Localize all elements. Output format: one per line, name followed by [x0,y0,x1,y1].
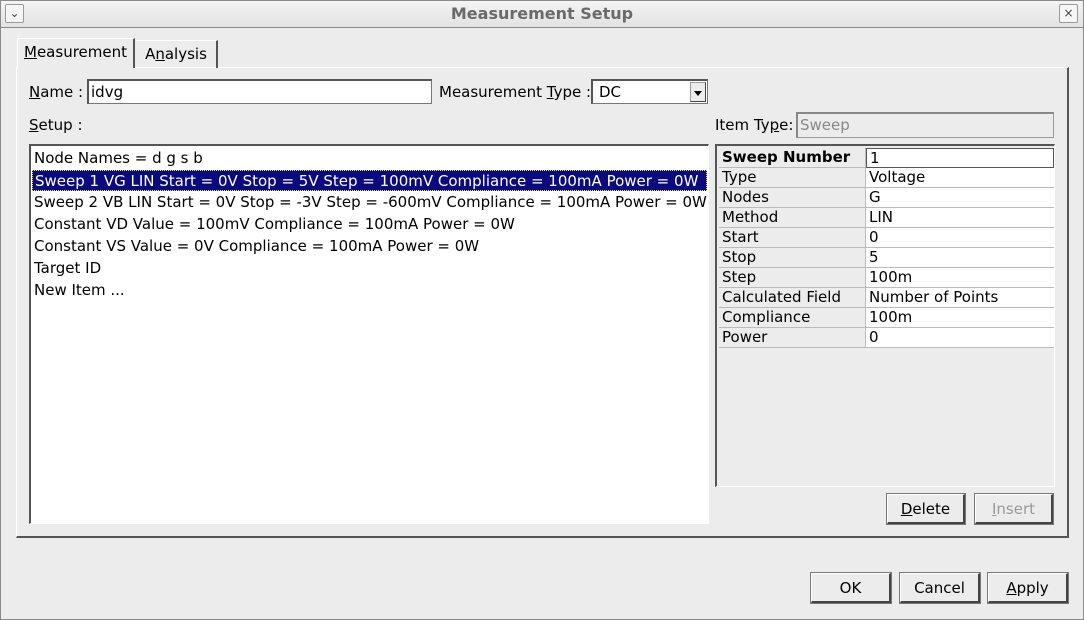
apply-button[interactable]: Apply [988,573,1068,603]
setup-mnemonic: S [29,116,39,134]
setup-list-item[interactable]: Sweep 1 VG LIN Start = 0V Stop = 5V Step… [32,170,707,191]
measurement-type-value: DC [599,83,622,101]
tab-measurement-label: easurement [36,43,127,61]
close-button[interactable]: × [1059,4,1078,23]
item-type-label-suffix: e: [779,116,794,134]
dropdown-arrow-icon[interactable] [690,82,706,102]
chevron-down-icon: ⌄ [9,6,20,20]
setup-list[interactable]: Node Names = d g s b Sweep 1 VG LIN Start… [29,144,709,524]
item-type-mnemonic: p [769,116,780,134]
property-row[interactable]: Step 100m [719,268,1054,288]
tab-analysis-mnemonic: n [155,45,165,63]
item-type-field: Sweep [796,112,1054,138]
window-title: Measurement Setup [450,4,634,23]
cancel-button[interactable]: Cancel [900,573,980,603]
property-row[interactable]: Calculated Field Number of Points [719,288,1054,308]
insert-button[interactable]: Insert [975,494,1053,524]
property-row[interactable]: Nodes G [719,188,1054,208]
measurement-type-label-prefix: Measurement [439,83,547,101]
setup-list-item[interactable]: New Item ... [32,280,708,301]
name-label: Name : [29,83,84,101]
property-value[interactable]: Number of Points [866,288,1054,308]
item-type-label-prefix: Item Ty [715,116,770,134]
property-key: Compliance [719,308,866,328]
property-key: Stop [719,248,866,268]
property-value[interactable]: 100m [866,308,1054,328]
tab-analysis-label-a: A [145,45,156,63]
tab-analysis-label: alysis [164,45,207,63]
property-row[interactable]: Method LIN [719,208,1054,228]
property-value[interactable]: 0 [866,328,1054,348]
measurement-type-mnemonic: T [546,83,554,101]
property-key: Step [719,268,866,288]
measurement-type-label-suffix: ype : [553,83,592,101]
tab-measurement[interactable]: Measurement [17,38,135,68]
measurement-type-label: Measurement Type : [439,80,591,104]
property-value[interactable]: 1 [866,148,1054,168]
setup-label: Setup : [29,116,83,134]
tab-measurement-mnemonic: M [24,43,37,61]
close-icon: × [1063,6,1074,20]
property-value[interactable]: 100m [866,268,1054,288]
delete-mnemonic: D [900,500,913,518]
ok-button[interactable]: OK [811,573,891,603]
property-key: Power [719,328,866,348]
property-row[interactable]: Compliance 100m [719,308,1054,328]
property-key: Calculated Field [719,288,866,308]
delete-button[interactable]: Delete [887,494,965,524]
property-row[interactable]: Sweep Number 1 [719,148,1054,168]
property-key: Nodes [719,188,866,208]
setup-list-item[interactable]: Node Names = d g s b [32,148,708,169]
property-value[interactable]: G [866,188,1054,208]
property-row[interactable]: Stop 5 [719,248,1054,268]
measurement-type-select[interactable]: DC [591,79,708,104]
apply-mnemonic: A [1006,579,1017,597]
property-row[interactable]: Type Voltage [719,168,1054,188]
property-value[interactable]: 0 [866,228,1054,248]
property-row[interactable]: Power 0 [719,328,1054,348]
property-row[interactable]: Start 0 [719,228,1054,248]
setup-list-item[interactable]: Constant VS Value = 0V Compliance = 100m… [32,236,708,257]
property-key: Sweep Number [719,148,866,168]
setup-list-item[interactable]: Constant VD Value = 100mV Compliance = 1… [32,214,708,235]
property-key: Start [719,228,866,248]
property-grid[interactable]: Sweep Number 1 Type Voltage Nodes G Method LIN S… [715,144,1055,487]
window-menu-button[interactable]: ⌄ [5,4,24,23]
tab-analysis[interactable]: Analysis [136,40,218,68]
setup-list-item[interactable]: Sweep 2 VB LIN Start = 0V Stop = -3V Ste… [32,192,708,213]
name-mnemonic: N [29,83,41,101]
property-key: Type [719,168,866,188]
name-input[interactable] [87,79,432,104]
property-value[interactable]: Voltage [866,168,1054,188]
setup-list-item[interactable]: Target ID [32,258,708,279]
property-value[interactable]: 5 [866,248,1054,268]
property-value[interactable]: LIN [866,208,1054,228]
item-type-label: Item Type: [715,113,793,137]
property-key: Method [719,208,866,228]
